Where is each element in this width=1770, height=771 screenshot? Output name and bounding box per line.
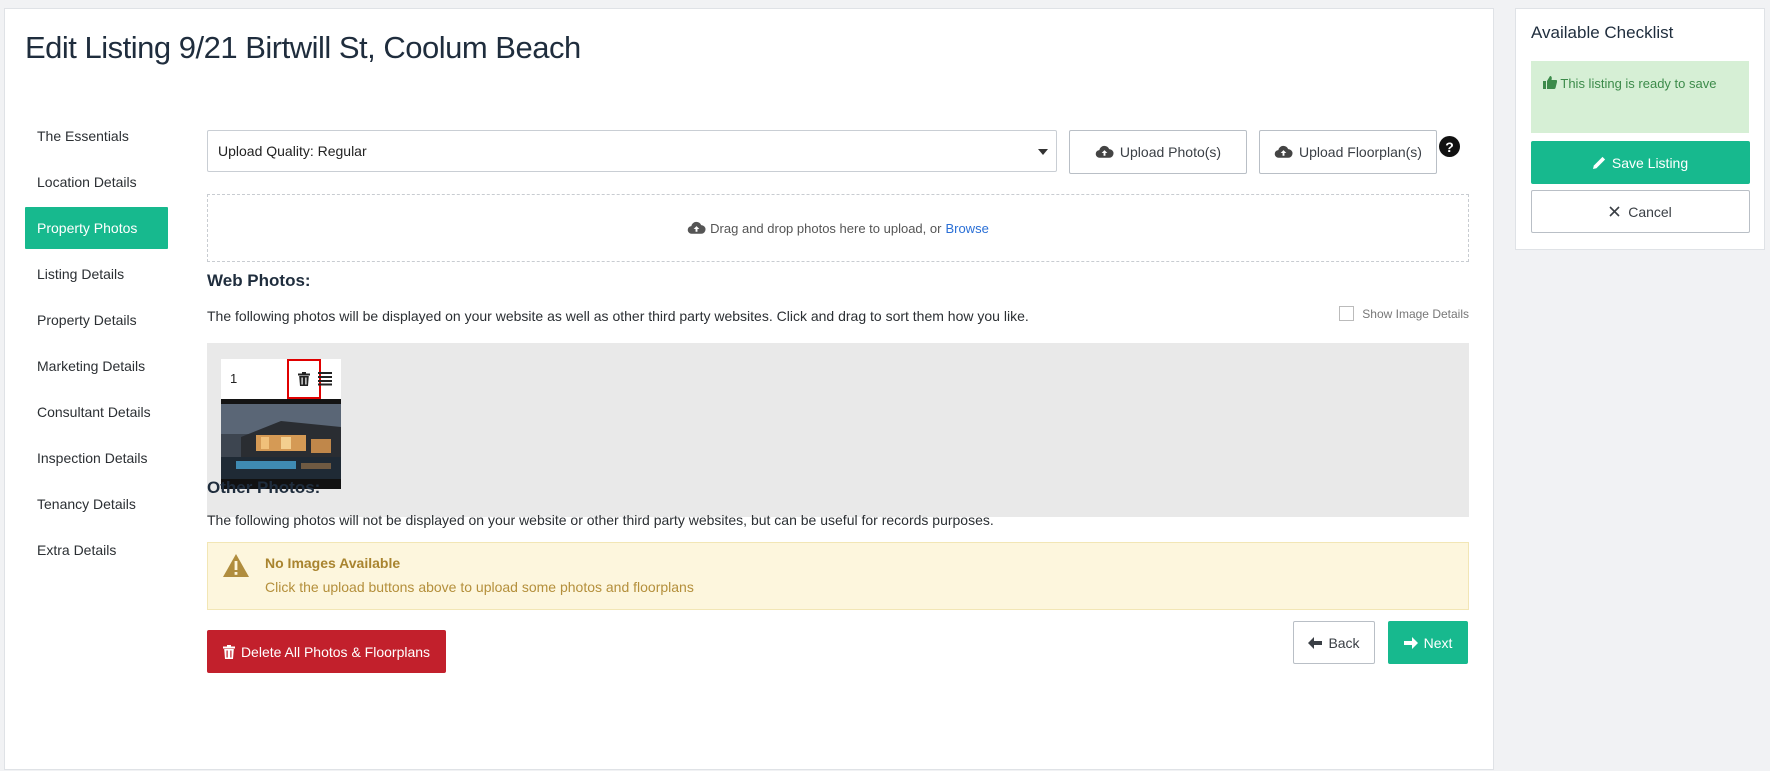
ready-text: This listing is ready to save bbox=[1560, 76, 1717, 91]
arrow-right-icon bbox=[1403, 636, 1418, 649]
cancel-button[interactable]: Cancel bbox=[1531, 190, 1750, 233]
next-button[interactable]: Next bbox=[1388, 621, 1468, 664]
upload-quality-value: Upload Quality: Regular bbox=[218, 143, 367, 159]
browse-link[interactable]: Browse bbox=[945, 221, 988, 236]
web-photos-area: 1 bbox=[207, 343, 1469, 517]
no-images-alert: No Images Available Click the upload but… bbox=[207, 542, 1469, 610]
upload-photos-button[interactable]: Upload Photo(s) bbox=[1069, 130, 1247, 174]
thumbs-up-icon bbox=[1543, 76, 1558, 89]
next-label: Next bbox=[1423, 634, 1453, 651]
delete-all-photos-button[interactable]: Delete All Photos & Floorplans bbox=[207, 630, 446, 673]
warning-icon bbox=[223, 554, 249, 577]
sidebar-item-tenancy-details[interactable]: Tenancy Details bbox=[25, 483, 168, 525]
sidebar-item-location-details[interactable]: Location Details bbox=[25, 161, 168, 203]
cloud-upload-icon bbox=[1095, 145, 1114, 158]
other-photos-title: Other Photos: bbox=[207, 478, 321, 497]
cloud-upload-icon bbox=[1274, 145, 1293, 158]
photos-panel: Upload Quality: Regular Upload Photo(s) … bbox=[207, 120, 1469, 673]
checklist-title: Available Checklist bbox=[1531, 23, 1674, 42]
sidebar-item-property-details[interactable]: Property Details bbox=[25, 299, 168, 341]
cancel-label: Cancel bbox=[1628, 203, 1672, 220]
sidebar-item-listing-details[interactable]: Listing Details bbox=[25, 253, 168, 295]
show-image-details-label: Show Image Details bbox=[1362, 306, 1469, 321]
cloud-upload-icon bbox=[687, 221, 706, 234]
other-photos-description: The following photos will not be display… bbox=[207, 512, 994, 528]
upload-photos-label: Upload Photo(s) bbox=[1119, 144, 1222, 160]
checklist-panel: Available Checklist This listing is read… bbox=[1515, 8, 1765, 250]
back-button[interactable]: Back bbox=[1293, 621, 1375, 664]
sidebar-item-property-photos[interactable]: Property Photos bbox=[25, 207, 168, 249]
show-image-details-checkbox[interactable] bbox=[1339, 306, 1355, 321]
upload-toolbar: Upload Quality: Regular Upload Photo(s) … bbox=[207, 120, 1469, 174]
no-images-text: Click the upload buttons above to upload… bbox=[265, 579, 694, 595]
upload-floorplans-button[interactable]: Upload Floorplan(s) bbox=[1259, 130, 1437, 174]
upload-quality-select[interactable]: Upload Quality: Regular bbox=[207, 130, 1057, 172]
photo-thumbnail bbox=[221, 399, 341, 489]
photo-number: 1 bbox=[230, 371, 238, 386]
delete-photo-button[interactable] bbox=[287, 359, 321, 399]
web-photos-description: The following photos will be displayed o… bbox=[207, 308, 1029, 324]
sidebar-item-extra-details[interactable]: Extra Details bbox=[25, 529, 168, 571]
save-listing-button[interactable]: Save Listing bbox=[1531, 141, 1750, 184]
sidebar-item-consultant-details[interactable]: Consultant Details bbox=[25, 391, 168, 433]
trash-icon bbox=[298, 372, 310, 386]
sidebar-nav: The Essentials Location Details Property… bbox=[25, 115, 168, 575]
help-icon[interactable]: ? bbox=[1439, 136, 1460, 157]
drag-handle-icon[interactable] bbox=[317, 370, 333, 386]
close-icon bbox=[1609, 206, 1620, 217]
web-photos-title: Web Photos: bbox=[207, 271, 311, 290]
ready-status: This listing is ready to save bbox=[1531, 61, 1749, 133]
arrow-left-icon bbox=[1308, 636, 1323, 649]
upload-floorplans-label: Upload Floorplan(s) bbox=[1299, 144, 1422, 160]
caret-down-icon bbox=[1038, 149, 1048, 155]
photo-card[interactable]: 1 bbox=[221, 359, 341, 489]
save-listing-label: Save Listing bbox=[1611, 154, 1689, 171]
dropzone-text: Drag and drop photos here to upload, or bbox=[710, 220, 942, 236]
back-label: Back bbox=[1328, 634, 1360, 651]
sidebar-item-the-essentials[interactable]: The Essentials bbox=[25, 115, 168, 157]
sidebar-item-inspection-details[interactable]: Inspection Details bbox=[25, 437, 168, 479]
no-images-title: No Images Available bbox=[265, 555, 401, 571]
show-image-details-toggle[interactable]: Show Image Details bbox=[1339, 306, 1469, 321]
photo-dropzone[interactable]: Drag and drop photos here to upload, or … bbox=[207, 194, 1469, 262]
page-title: Edit Listing 9/21 Birtwill St, Coolum Be… bbox=[25, 30, 581, 65]
delete-all-label: Delete All Photos & Floorplans bbox=[240, 643, 431, 660]
sidebar-item-marketing-details[interactable]: Marketing Details bbox=[25, 345, 168, 387]
pencil-icon bbox=[1592, 156, 1605, 169]
trash-icon bbox=[222, 644, 235, 659]
